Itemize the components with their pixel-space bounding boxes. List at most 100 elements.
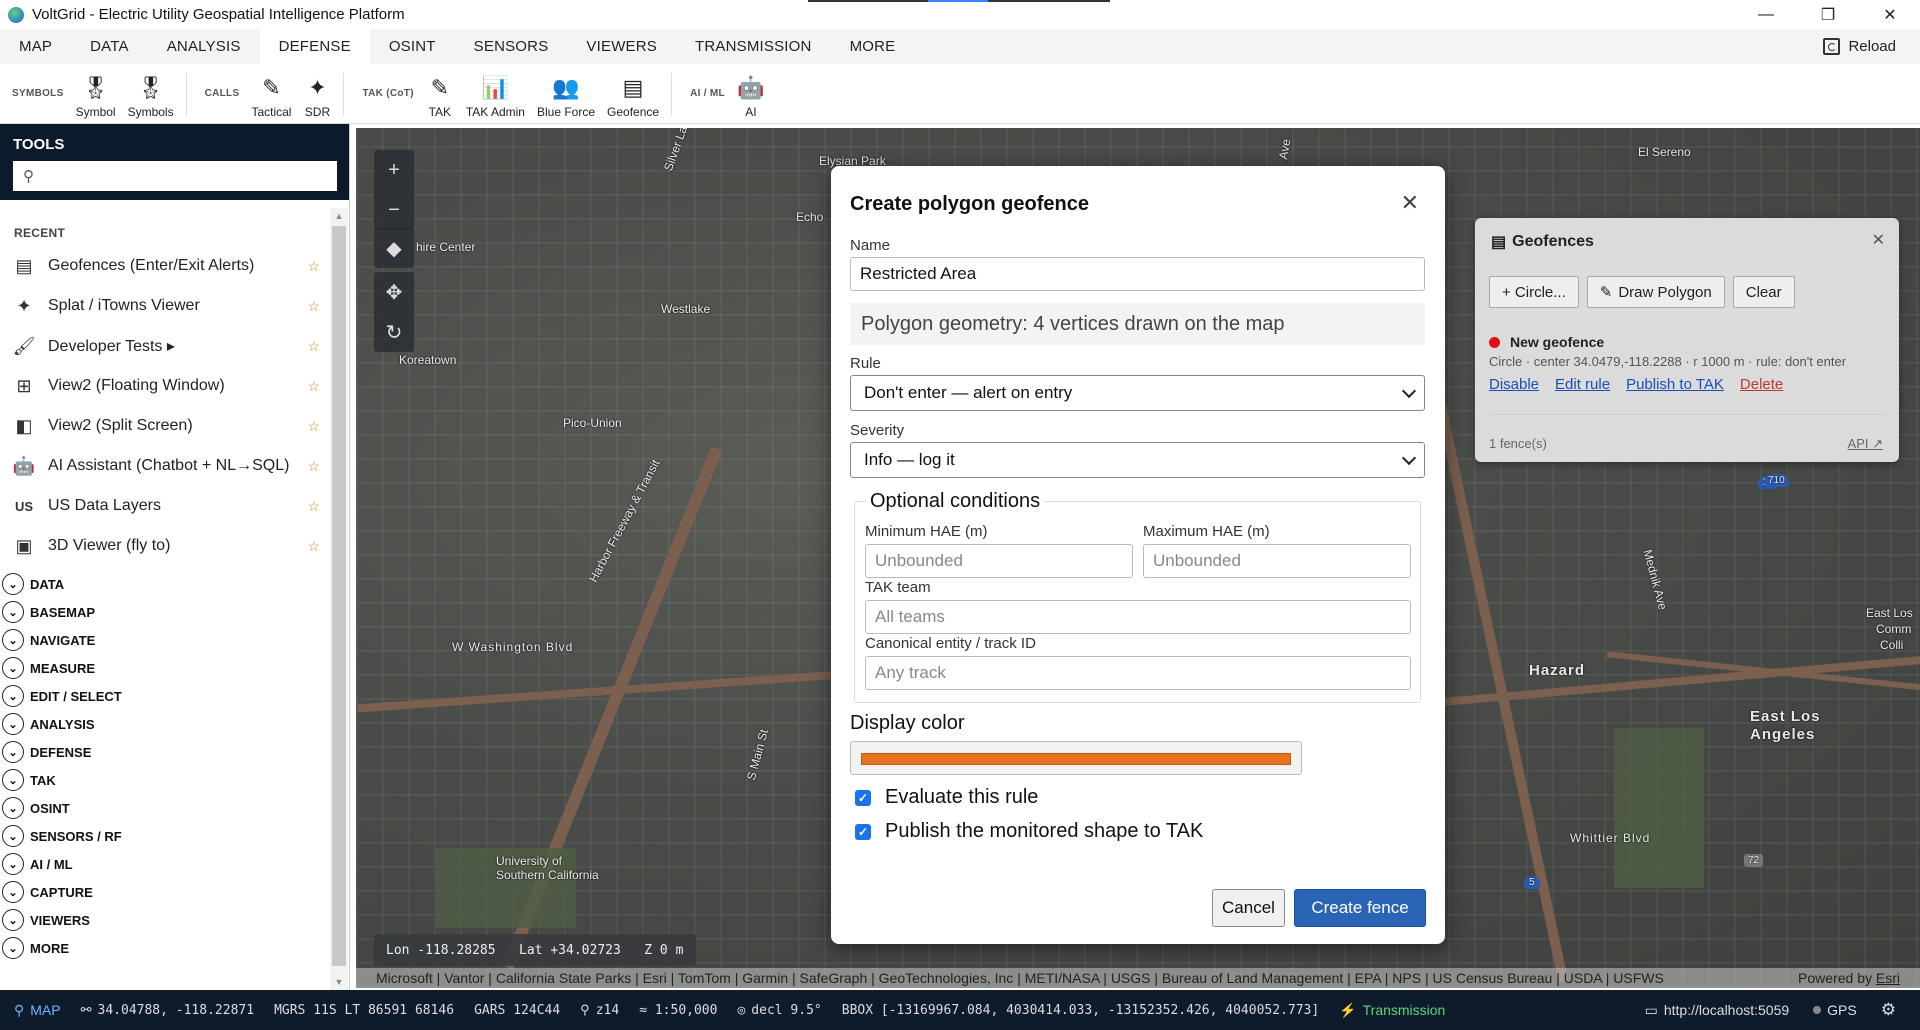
zoom-in-button[interactable]: + [374,150,414,190]
scroll-up-icon[interactable]: ▲ [330,208,348,224]
gps-dot [1813,1006,1822,1014]
category-edit-select[interactable]: ⌄ EDIT / SELECT [0,682,349,710]
minimize-button[interactable]: — [1738,0,1794,29]
publish-to-tak-link[interactable]: Publish to TAK [1626,376,1724,393]
recent-item-ai-assistant[interactable]: 🤖 AI Assistant (Chatbot + NL→SQL) ☆ [0,446,330,486]
ai-button[interactable]: 🤖 AI [731,69,771,119]
create-fence-button[interactable]: Create fence [1294,889,1426,927]
tab-viewers[interactable]: VIEWERS [567,29,676,64]
gps-status[interactable]: GPS [1813,1002,1857,1018]
gars-readout: GARS 124C44 [474,1002,561,1018]
sdr-button[interactable]: ✦ SDR [297,69,337,119]
tactical-button[interactable]: ✎ Tactical [245,69,297,119]
ribbon-group-tak: TAK (CoT) [362,88,414,99]
recent-item-view2-floating[interactable]: ⊞ View2 (Floating Window) ☆ [0,366,330,406]
tab-sensors[interactable]: SENSORS [455,29,568,64]
map-mode-chip[interactable]: ⚲ MAP [14,1002,61,1019]
tak-admin-label: TAK Admin [465,104,525,119]
tools-scrollbar[interactable]: ▲ ▼ [330,208,348,990]
category-navigate[interactable]: ⌄ NAVIGATE [0,626,349,654]
entity-input[interactable]: Any track [865,656,1411,690]
category-defense[interactable]: ⌄ DEFENSE [0,738,349,766]
compass-icon[interactable]: ◆ [374,228,414,268]
clear-button[interactable]: Clear [1732,276,1795,308]
tab-defense[interactable]: DEFENSE [259,29,370,64]
scrollbar-thumb[interactable] [332,226,346,966]
category-osint[interactable]: ⌄ OSINT [0,794,349,822]
recent-item-developer-tests[interactable]: 🖌 Developer Tests ▸ ☆ [0,326,330,366]
display-color-picker[interactable] [850,741,1302,775]
symbol-button[interactable]: 🎖 Symbol [70,69,122,119]
star-icon[interactable]: ☆ [307,258,320,275]
min-hae-input[interactable]: Unbounded [865,544,1133,578]
category-ai-ml[interactable]: ⌄ AI / ML [0,850,349,878]
star-icon[interactable]: ☆ [307,418,320,435]
tools-title: TOOLS [13,136,65,153]
category-data[interactable]: ⌄ DATA [0,570,349,598]
recent-item-splat[interactable]: ✦ Splat / iTowns Viewer ☆ [0,286,330,326]
zoom-controls: + − [374,150,414,230]
star-icon[interactable]: ☆ [307,378,320,395]
category-viewers[interactable]: ⌄ VIEWERS [0,906,349,934]
severity-select[interactable]: Info — log it [850,442,1425,478]
blue-force-button[interactable]: 👥 Blue Force [531,69,601,119]
star-icon[interactable]: ☆ [307,498,320,515]
tab-transmission[interactable]: TRANSMISSION [676,29,831,64]
tak-team-input[interactable]: All teams [865,600,1411,634]
recent-item-us-data-layers[interactable]: US US Data Layers ☆ [0,486,330,526]
tab-osint[interactable]: OSINT [370,29,455,64]
category-basemap[interactable]: ⌄ BASEMAP [0,598,349,626]
category-measure[interactable]: ⌄ MEASURE [0,654,349,682]
api-link[interactable]: API ↗ [1848,436,1883,452]
star-icon[interactable]: ☆ [307,538,320,555]
reload-button[interactable]: Reload [1823,29,1896,64]
recent-item-view2-split[interactable]: ◧ View2 (Split Screen) ☆ [0,406,330,446]
optional-conditions-legend: Optional conditions [866,490,1045,513]
tab-more[interactable]: MORE [831,29,915,64]
edit-rule-link[interactable]: Edit rule [1555,376,1610,393]
tab-analysis[interactable]: ANALYSIS [148,29,260,64]
max-hae-input[interactable]: Unbounded [1143,544,1411,578]
close-window-button[interactable]: ✕ [1862,0,1918,29]
star-icon[interactable]: ☆ [307,458,320,475]
transmission-status[interactable]: ⚡ Transmission [1339,1002,1445,1019]
rule-select[interactable]: Don't enter — alert on entry [850,375,1425,411]
category-sensors-rf[interactable]: ⌄ SENSORS / RF [0,822,349,850]
medal-icon: 🎖 [136,74,165,100]
category-tak[interactable]: ⌄ TAK [0,766,349,794]
name-input[interactable]: Restricted Area [850,257,1425,291]
recent-item-3d-viewer[interactable]: ▣ 3D Viewer (fly to) ☆ [0,526,330,566]
draw-polygon-button[interactable]: ✎ Draw Polygon [1586,276,1725,308]
restore-button[interactable]: ❐ [1800,0,1856,29]
cancel-button[interactable]: Cancel [1212,889,1285,927]
recent-item-geofences[interactable]: ▤ Geofences (Enter/Exit Alerts) ☆ [0,246,330,286]
pin-icon: ⚲ [14,1001,25,1018]
star-icon[interactable]: ☆ [307,338,320,355]
tools-search-input[interactable]: ⚲ [13,161,337,191]
evaluate-rule-checkbox[interactable]: ✓ Evaluate this rule [855,786,1038,809]
pan-icon[interactable]: ✥ [374,272,414,312]
tab-data[interactable]: DATA [71,29,148,64]
settings-icon[interactable]: ⚙ [1881,1000,1896,1020]
tak-button[interactable]: ✎ TAK [420,69,460,119]
zoom-out-button[interactable]: − [374,190,414,230]
disable-link[interactable]: Disable [1489,376,1539,393]
entity-label: Canonical entity / track ID [865,635,1036,652]
symbols-button[interactable]: 🎖 Symbols [122,69,180,119]
name-label: Name [850,237,891,254]
tab-map[interactable]: MAP [0,29,71,64]
geofence-button[interactable]: ▤ Geofence [601,69,665,119]
delete-link[interactable]: Delete [1740,376,1783,393]
rotate-icon[interactable]: ↻ [374,312,414,352]
category-more[interactable]: ⌄ MORE [0,934,349,962]
add-circle-button[interactable]: + Circle... [1489,276,1579,308]
tak-admin-button[interactable]: 📊 TAK Admin [460,69,531,119]
category-analysis[interactable]: ⌄ ANALYSIS [0,710,349,738]
close-icon[interactable]: ✕ [1401,190,1419,216]
esri-link[interactable]: Esri [1876,970,1900,986]
category-capture[interactable]: ⌄ CAPTURE [0,878,349,906]
star-icon[interactable]: ☆ [307,298,320,315]
close-icon[interactable]: ✕ [1872,230,1885,250]
publish-to-tak-checkbox[interactable]: ✓ Publish the monitored shape to TAK [855,820,1203,843]
scroll-down-icon[interactable]: ▼ [330,974,348,990]
